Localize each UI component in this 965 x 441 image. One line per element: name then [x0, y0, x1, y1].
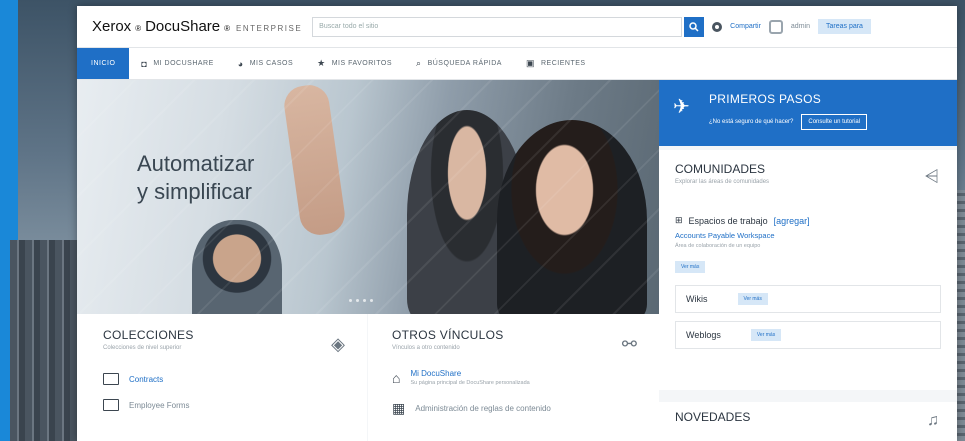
logo-reg: ® — [135, 24, 142, 33]
header-actions: Compartir admin Tareas para — [712, 19, 871, 34]
tasks-button[interactable]: Tareas para — [817, 19, 871, 34]
right-column: ✈ PRIMEROS PASOS ¿No está seguro de qué … — [659, 80, 957, 441]
tab-recientes[interactable]: ▣ RECIENTES — [514, 48, 598, 79]
search-button[interactable] — [684, 16, 705, 37]
browser-window: Xerox ® DocuShare ® ENTERPRISE Buscar todo… — [77, 6, 957, 441]
rules-icon: ▦ — [392, 400, 406, 416]
main-nav: INICIO ◘ MI DOCUSHARE ◕ MIS CASOS ★ MIS FAV… — [77, 48, 957, 80]
favorites-icon: ★ — [317, 58, 326, 68]
comunidades-subtitle: Explorar las áreas de comunidades — [675, 179, 770, 185]
tab-label: MI DOCUSHARE — [153, 60, 214, 67]
header: Xerox ® DocuShare ® ENTERPRISE Buscar todo… — [77, 6, 957, 48]
carousel-dot[interactable] — [370, 299, 373, 302]
layers-icon: ◈ — [331, 334, 345, 354]
workspace-description: Área de colaboración de un equipo — [675, 243, 761, 249]
wikis-label: Wikis — [686, 294, 708, 304]
carousel-dots[interactable] — [349, 299, 373, 302]
tab-label: MIS FAVORITOS — [331, 60, 393, 67]
carousel-dot[interactable] — [363, 299, 366, 302]
quick-search-icon: ⌕ — [416, 58, 422, 68]
pasos-question: ¿No está seguro de qué hacer? — [709, 119, 794, 125]
hero-title: Automatizar y simplificar — [137, 151, 255, 204]
primeros-pasos-panel: ✈ PRIMEROS PASOS ¿No está seguro de qué … — [659, 80, 957, 146]
workspaces-heading: ⊞ Espacios de trabajo [agregar] — [675, 215, 941, 226]
link-label: Mi DocuShare — [410, 369, 462, 378]
tab-mis-casos[interactable]: ◕ MIS CASOS — [226, 48, 305, 79]
hero-banner[interactable]: Automatizar y simplificar — [77, 80, 659, 314]
workspace-icon: ⊞ — [675, 215, 683, 225]
otros-vinculos-card: OTROS VÍNCULOS Vínculos a otro contenido… — [368, 314, 659, 441]
link-label: Administración de reglas de contenido — [415, 404, 551, 413]
bell-icon[interactable]: ♫ — [927, 412, 939, 430]
mydocushare-icon: ◘ — [141, 58, 148, 69]
home-icon: ⌂ — [392, 369, 401, 386]
cases-icon: ◕ — [237, 58, 244, 69]
logo-reg2: ® — [224, 24, 231, 33]
gear-icon[interactable] — [712, 21, 723, 32]
logo-brand: Xerox — [92, 18, 132, 35]
workspace-tag[interactable]: Ver más — [675, 261, 706, 273]
share-icon[interactable]: ⩤ — [925, 166, 939, 187]
colecciones-card: COLECCIONES Colecciones de nivel superio… — [77, 314, 367, 441]
workspace-link[interactable]: Accounts Payable Workspace — [675, 231, 941, 240]
logo-edition: ENTERPRISE — [236, 24, 303, 33]
link-description: Su página principal de DocuShare persona… — [410, 380, 530, 386]
weblogs-label: Weblogs — [686, 330, 721, 340]
workspace-label: Espacios de trabajo — [688, 215, 768, 226]
carousel-dot[interactable] — [349, 299, 352, 302]
tab-busqueda-rapida[interactable]: ⌕ BÚSQUEDA RÁPIDA — [404, 48, 514, 79]
user-icon[interactable] — [768, 19, 783, 34]
recent-icon: ▣ — [525, 58, 535, 68]
compartir-link[interactable]: Compartir — [730, 23, 761, 30]
tab-mis-favoritos[interactable]: ★ MIS FAVORITOS — [305, 48, 404, 79]
background-city-left — [10, 240, 80, 441]
tutorial-button[interactable]: Consulte un tutorial — [801, 114, 868, 130]
workspace-add-link[interactable]: [agregar] — [774, 216, 810, 226]
search-icon — [689, 21, 699, 32]
collection-label: Contracts — [129, 374, 164, 384]
paper-plane-icon: ✈ — [673, 96, 690, 118]
tab-label: BÚSQUEDA RÁPIDA — [427, 60, 502, 67]
collection-item[interactable]: Employee Forms — [103, 399, 341, 411]
tab-label: RECIENTES — [541, 60, 586, 67]
pasos-row: ¿No está seguro de qué hacer? Consulte u… — [709, 114, 939, 130]
tab-label: INICIO — [91, 60, 116, 67]
carousel-dot[interactable] — [356, 299, 359, 302]
folder-icon — [103, 373, 119, 385]
colecciones-title: COLECCIONES — [103, 328, 194, 342]
comunidades-title: COMUNIDADES — [675, 162, 766, 176]
search-placeholder: Buscar todo el sitio — [319, 23, 379, 30]
link-item[interactable]: ▦ Administración de reglas de contenido — [392, 400, 635, 417]
collection-label: Employee Forms — [129, 400, 190, 410]
user-label[interactable]: admin — [791, 23, 810, 30]
link-item[interactable]: ⌂ Mi DocuShare Su página principal de Docu… — [392, 369, 635, 386]
link-icon: ⚯ — [621, 334, 637, 354]
tab-label: MIS CASOS — [249, 60, 294, 67]
search-input[interactable]: Buscar todo el sitio — [312, 16, 683, 37]
tab-mi-docushare[interactable]: ◘ MI DOCUSHARE — [129, 48, 225, 79]
pasos-title: PRIMEROS PASOS — [709, 92, 822, 106]
weblogs-tag[interactable]: Ver más — [750, 329, 782, 341]
logo-product: DocuShare — [145, 18, 221, 35]
logo[interactable]: Xerox ® DocuShare ® ENTERPRISE — [92, 18, 302, 35]
wikis-tag[interactable]: Ver más — [737, 293, 768, 305]
novedades-title: NOVEDADES — [675, 410, 751, 424]
collection-item[interactable]: Contracts — [103, 373, 341, 385]
weblogs-row[interactable]: Weblogs Ver más — [675, 321, 941, 349]
tab-inicio[interactable]: INICIO — [77, 48, 130, 79]
novedades-panel: NOVEDADES ♫ — [659, 402, 957, 441]
vinculos-subtitle: Vínculos a otro contenido — [392, 345, 460, 351]
colecciones-subtitle: Colecciones de nivel superior — [103, 345, 182, 351]
folder-icon — [103, 399, 119, 411]
wikis-row[interactable]: Wikis Ver más — [675, 285, 941, 313]
vinculos-title: OTROS VÍNCULOS — [392, 328, 504, 342]
comunidades-panel: COMUNIDADES Explorar las áreas de comuni… — [659, 150, 957, 390]
